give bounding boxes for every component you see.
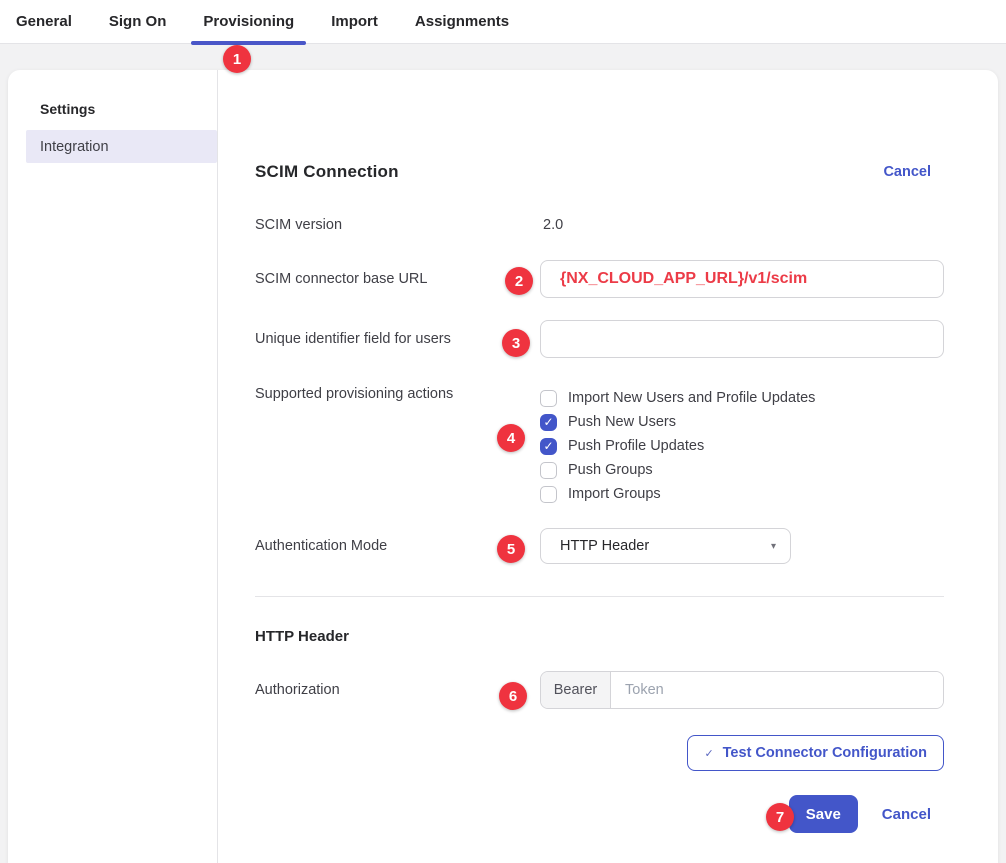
checkbox-label: Push Profile Updates xyxy=(568,438,704,454)
annotation-badge-7: 7 xyxy=(766,803,794,831)
token-input[interactable] xyxy=(611,672,943,708)
checkbox-box[interactable]: ✓ xyxy=(540,486,557,503)
tab-sign-on[interactable]: Sign On xyxy=(109,0,167,43)
http-header-section-title: HTTP Header xyxy=(255,628,944,645)
base-url-label: SCIM connector base URL xyxy=(255,271,540,287)
auth-mode-selected-value: HTTP Header xyxy=(560,538,649,554)
tab-provisioning[interactable]: Provisioning xyxy=(203,0,294,43)
cancel-button[interactable]: Cancel xyxy=(882,806,931,823)
checkbox-label: Push Groups xyxy=(568,462,653,478)
auth-mode-row: Authentication Mode HTTP Header ▾ xyxy=(255,528,944,564)
annotation-badge-1: 1 xyxy=(223,45,251,73)
tab-assignments[interactable]: Assignments xyxy=(415,0,509,43)
check-icon: ✓ xyxy=(704,747,713,760)
base-url-input[interactable] xyxy=(540,260,944,298)
provisioning-actions-row: Supported provisioning actions ✓ Import … xyxy=(255,386,944,506)
page-title: SCIM Connection xyxy=(255,162,399,182)
scim-version-row: SCIM version 2.0 xyxy=(255,216,944,234)
content-card: Settings Integration SCIM Connection Can… xyxy=(8,70,998,863)
annotation-badge-4: 4 xyxy=(497,424,525,452)
auth-mode-select[interactable]: HTTP Header ▾ xyxy=(540,528,791,564)
checkbox-import-new-users[interactable]: ✓ Import New Users and Profile Updates xyxy=(540,386,944,410)
checkbox-label: Import New Users and Profile Updates xyxy=(568,390,815,406)
scim-connection-form: SCIM Connection Cancel SCIM version 2.0 … xyxy=(218,70,998,863)
test-connector-row: ✓ Test Connector Configuration xyxy=(255,735,944,771)
sidebar-header: Settings xyxy=(40,101,217,117)
section-divider xyxy=(255,596,944,597)
annotation-badge-2: 2 xyxy=(505,267,533,295)
settings-sidebar: Settings Integration xyxy=(8,70,218,863)
page-background: Settings Integration SCIM Connection Can… xyxy=(0,44,1006,863)
form-header: SCIM Connection Cancel xyxy=(255,162,944,182)
provisioning-actions-label: Supported provisioning actions xyxy=(255,386,540,506)
save-button[interactable]: Save xyxy=(789,795,858,833)
authorization-input-group: Bearer xyxy=(540,671,944,709)
annotation-badge-5: 5 xyxy=(497,535,525,563)
test-connector-label: Test Connector Configuration xyxy=(723,745,927,761)
app-tabbar: General Sign On Provisioning Import Assi… xyxy=(0,0,1006,44)
checkbox-box[interactable]: ✓ xyxy=(540,390,557,407)
unique-id-label: Unique identifier field for users xyxy=(255,331,540,347)
checkbox-push-groups[interactable]: ✓ Push Groups xyxy=(540,458,944,482)
cancel-link-top[interactable]: Cancel xyxy=(883,164,931,180)
base-url-row: SCIM connector base URL xyxy=(255,260,944,298)
unique-id-row: Unique identifier field for users xyxy=(255,320,944,358)
sidebar-item-integration[interactable]: Integration xyxy=(26,130,217,163)
authorization-row: Authorization Bearer xyxy=(255,671,944,709)
checkbox-import-groups[interactable]: ✓ Import Groups xyxy=(540,482,944,506)
checkbox-push-new-users[interactable]: ✓ Push New Users xyxy=(540,410,944,434)
checkbox-push-profile-updates[interactable]: ✓ Push Profile Updates xyxy=(540,434,944,458)
tab-import[interactable]: Import xyxy=(331,0,378,43)
checkbox-box[interactable]: ✓ xyxy=(540,438,557,455)
sidebar-item-label: Integration xyxy=(40,139,109,155)
annotation-badge-6: 6 xyxy=(499,682,527,710)
bearer-prefix: Bearer xyxy=(541,672,611,708)
check-icon: ✓ xyxy=(543,416,553,428)
checkbox-label: Import Groups xyxy=(568,486,661,502)
check-icon: ✓ xyxy=(543,440,553,452)
chevron-down-icon: ▾ xyxy=(771,541,776,552)
scim-version-value: 2.0 xyxy=(540,217,563,233)
annotation-badge-3: 3 xyxy=(502,329,530,357)
test-connector-button[interactable]: ✓ Test Connector Configuration xyxy=(687,735,944,771)
scim-version-label: SCIM version xyxy=(255,217,540,233)
form-actions-row: Save Cancel xyxy=(255,795,944,833)
authorization-label: Authorization xyxy=(255,682,540,698)
checkbox-box[interactable]: ✓ xyxy=(540,462,557,479)
checkbox-label: Push New Users xyxy=(568,414,676,430)
unique-id-input[interactable] xyxy=(540,320,944,358)
checkbox-box[interactable]: ✓ xyxy=(540,414,557,431)
tab-general[interactable]: General xyxy=(16,0,72,43)
